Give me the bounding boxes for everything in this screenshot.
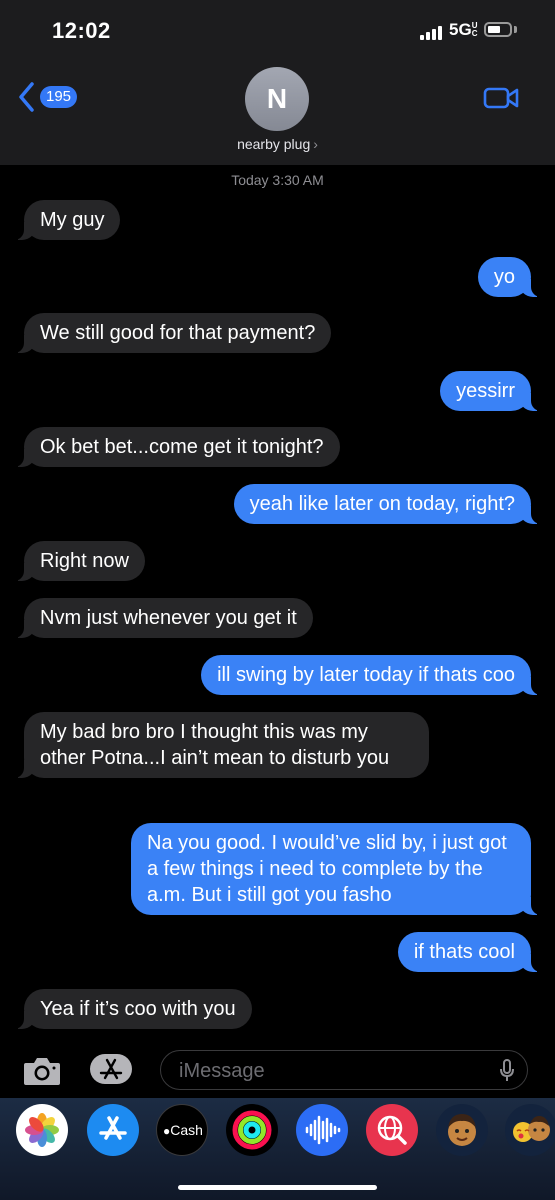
outgoing-message[interactable]: yeah like later on today, right? (233, 484, 544, 524)
chevron-right-icon: › (313, 136, 318, 152)
waveform-icon (305, 1115, 341, 1145)
outgoing-message[interactable]: Na you good. I would’ve slid by, i just … (131, 823, 543, 915)
incoming-message[interactable]: Ok bet bet...come get it tonight? (12, 427, 340, 467)
composer-bar (0, 1040, 555, 1098)
incoming-message[interactable]: My bad bro bro I thought this was my oth… (12, 712, 429, 778)
activity-rings-icon (232, 1110, 272, 1150)
incoming-message[interactable]: My guy (11, 200, 121, 240)
message-field (160, 1050, 528, 1090)
incoming-message[interactable]: Right now (12, 541, 145, 581)
message-timestamp: Today 3:30 AM (231, 172, 324, 188)
camera-icon[interactable] (22, 1056, 62, 1086)
fitness-icon[interactable] (226, 1104, 278, 1156)
memoji-stickers-icon[interactable] (505, 1104, 555, 1156)
contact-name-button[interactable]: nearby plug › (0, 136, 555, 152)
web-images-icon[interactable] (366, 1104, 418, 1156)
app-store-apps-button[interactable] (90, 1054, 132, 1084)
message-input[interactable] (177, 1057, 481, 1085)
contact-avatar[interactable]: N (245, 67, 309, 131)
photos-flower-icon (25, 1113, 59, 1147)
memoji-icon[interactable] (436, 1104, 488, 1156)
microphone-icon[interactable] (499, 1059, 515, 1083)
app-store-icon[interactable] (87, 1104, 139, 1156)
app-store-glyph-icon (99, 1116, 127, 1140)
battery-icon (484, 22, 512, 37)
apple-cash-icon[interactable]: ●Cash (156, 1104, 208, 1156)
home-indicator[interactable] (178, 1185, 377, 1190)
back-button[interactable]: 195 (18, 80, 88, 116)
app-store-icon (99, 1058, 123, 1080)
outgoing-message[interactable]: ill swing by later today if thats coo (201, 655, 543, 695)
memoji-face-icon (448, 1114, 476, 1146)
audio-message-icon[interactable] (296, 1104, 348, 1156)
globe-search-icon (377, 1115, 407, 1145)
incoming-message[interactable]: Yea if it’s coo with you (12, 989, 252, 1029)
facetime-video-icon[interactable] (483, 86, 519, 110)
apple-cash-label: Cash (170, 1122, 203, 1138)
incoming-message[interactable]: We still good for that payment? (11, 313, 332, 353)
contact-name: nearby plug (237, 136, 311, 152)
cellular-signal-icon (420, 24, 444, 40)
outgoing-message[interactable]: yo (477, 257, 544, 297)
incoming-message[interactable]: Nvm just whenever you get it (12, 598, 313, 638)
photos-icon[interactable] (16, 1104, 68, 1156)
chevron-left-icon (19, 82, 34, 112)
network-type: 5GUC (449, 20, 478, 39)
unread-count-badge: 195 (40, 86, 78, 108)
outgoing-message[interactable]: if thats cool (397, 932, 544, 972)
memoji-stickers-glyph-icon (513, 1116, 550, 1142)
conversation-header: 195 N nearby plug › (0, 60, 555, 165)
status-bar: 12:02 5GUC (0, 0, 555, 60)
battery-cap (514, 26, 517, 33)
outgoing-message[interactable]: yessirr (440, 371, 543, 411)
status-time: 12:02 (52, 18, 111, 43)
